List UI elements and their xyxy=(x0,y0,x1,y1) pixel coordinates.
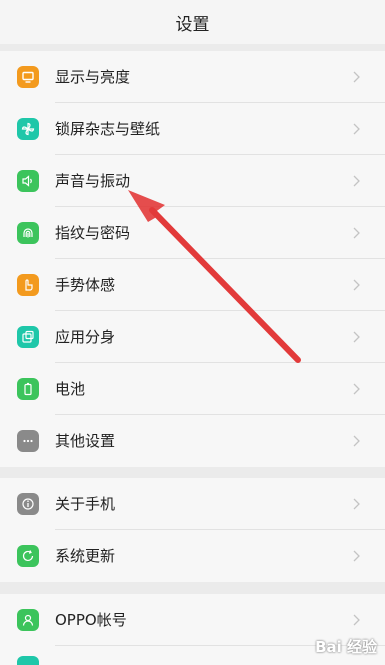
chevron-right-icon xyxy=(353,175,360,187)
chevron-right-icon xyxy=(353,279,360,291)
info-icon xyxy=(17,493,39,515)
settings-item-label: 其他设置 xyxy=(55,432,116,450)
settings-item-sound[interactable]: 声音与振动 xyxy=(0,155,385,207)
settings-item-label: 关于手机 xyxy=(55,495,116,513)
settings-item-label: 系统更新 xyxy=(55,547,116,565)
fingerprint-icon xyxy=(17,222,39,244)
more-icon xyxy=(17,430,39,452)
settings-item-label: 指纹与密码 xyxy=(55,224,131,242)
settings-item-label: 显示与亮度 xyxy=(55,68,131,86)
settings-item-clone-apps[interactable]: 应用分身 xyxy=(0,311,385,363)
pinwheel-icon xyxy=(17,118,39,140)
hand-icon xyxy=(17,274,39,296)
chevron-right-icon xyxy=(353,123,360,135)
page-header: 设置 xyxy=(0,0,385,44)
account-icon xyxy=(17,609,39,631)
settings-item-wallpaper[interactable]: 锁屏杂志与壁纸 xyxy=(0,103,385,155)
chevron-right-icon xyxy=(353,435,360,447)
settings-item-label: 电池 xyxy=(55,380,86,398)
settings-item-label: OPPO帐号 xyxy=(55,611,127,629)
watermark: Bai 经验 xyxy=(315,638,377,656)
display-icon xyxy=(17,66,39,88)
chevron-right-icon xyxy=(353,331,360,343)
battery-icon xyxy=(17,378,39,400)
update-icon xyxy=(17,545,39,567)
chevron-right-icon xyxy=(353,71,360,83)
chevron-right-icon xyxy=(353,614,360,626)
settings-item-display[interactable]: 显示与亮度 xyxy=(0,51,385,103)
settings-item-label: 手势体感 xyxy=(55,276,116,294)
page-title: 设置 xyxy=(175,14,210,35)
settings-item-label: 锁屏杂志与壁纸 xyxy=(55,120,161,138)
settings-item-battery[interactable]: 电池 xyxy=(0,363,385,415)
settings-item-gesture[interactable]: 手势体感 xyxy=(0,259,385,311)
next-item-icon-partial xyxy=(17,656,39,665)
chevron-right-icon xyxy=(353,383,360,395)
settings-item-system-update[interactable]: 系统更新 xyxy=(0,530,385,582)
settings-item-label: 应用分身 xyxy=(55,328,116,346)
settings-group-system: 关于手机 系统更新 xyxy=(0,478,385,582)
settings-item-label: 声音与振动 xyxy=(55,172,131,190)
chevron-right-icon xyxy=(353,498,360,510)
settings-item-fingerprint[interactable]: 指纹与密码 xyxy=(0,207,385,259)
clone-icon xyxy=(17,326,39,348)
settings-group-main: 显示与亮度 锁屏杂志与壁纸 声音与振动 指纹与密码 手势体感 应用分身 电池 其… xyxy=(0,51,385,467)
settings-item-other[interactable]: 其他设置 xyxy=(0,415,385,467)
chevron-right-icon xyxy=(353,227,360,239)
settings-item-about-phone[interactable]: 关于手机 xyxy=(0,478,385,530)
speaker-icon xyxy=(17,170,39,192)
chevron-right-icon xyxy=(353,550,360,562)
